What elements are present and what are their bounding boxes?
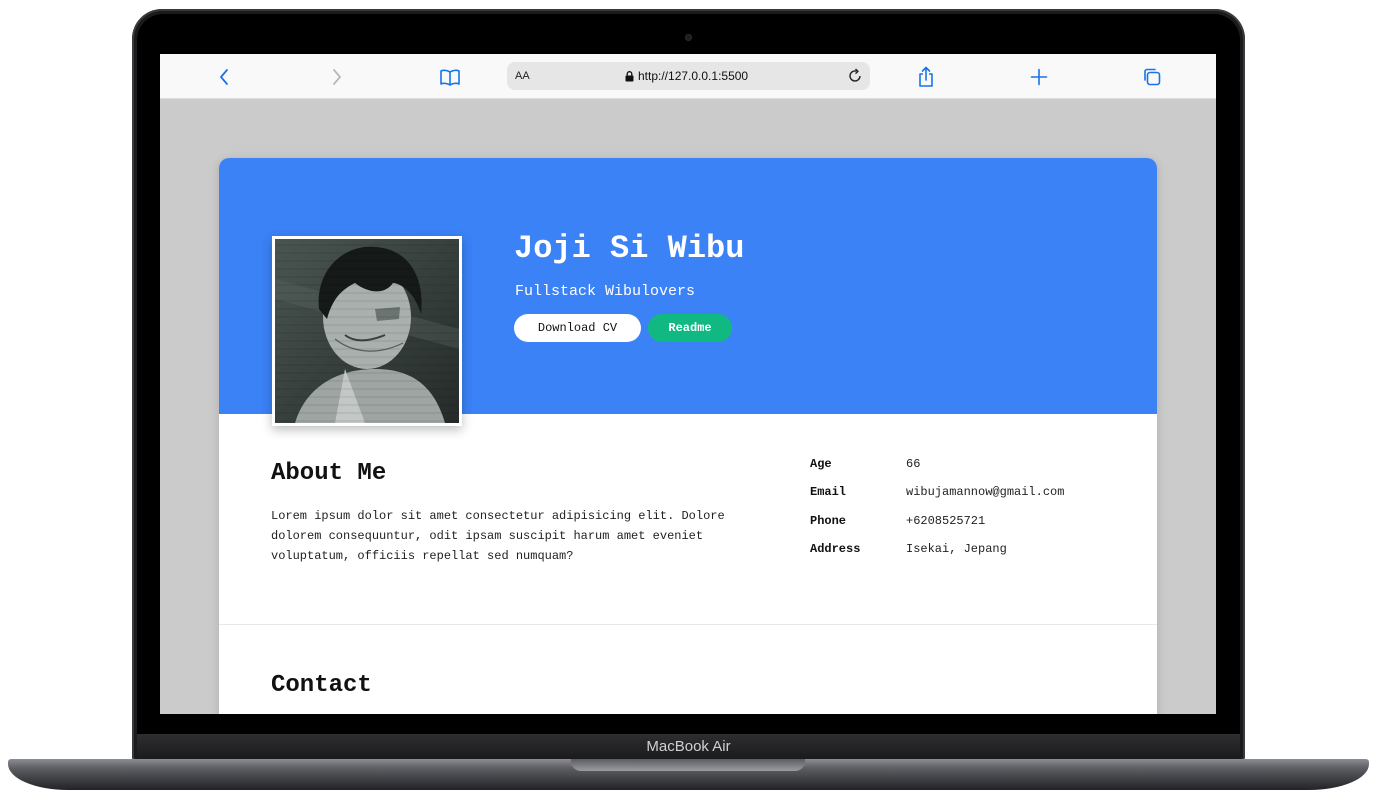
info-value: 66	[906, 457, 921, 471]
info-value: +6208525721	[906, 513, 986, 528]
info-row-phone: Phone +6208525721	[810, 514, 1130, 542]
profile-card: Joji Si Wibu Fullstack Wibulovers Downlo…	[219, 158, 1157, 714]
info-label: Address	[810, 541, 861, 556]
section-divider	[219, 624, 1157, 625]
info-label: Phone	[810, 513, 847, 528]
device-label: MacBook Air	[646, 738, 731, 755]
contact-heading: Contact	[271, 672, 372, 699]
plus-icon[interactable]	[1021, 54, 1057, 99]
book-icon[interactable]	[432, 54, 468, 99]
address-bar[interactable]: AA http://127.0.0.1:5500	[507, 62, 870, 90]
share-icon[interactable]	[908, 54, 944, 99]
camera-icon	[685, 34, 692, 41]
about-heading: About Me	[271, 460, 387, 487]
info-value: Isekai, Jepang	[906, 541, 1007, 556]
download-cv-button[interactable]: Download CV	[514, 314, 641, 342]
info-label: Email	[810, 485, 847, 500]
info-row-email: Email wibujamannow@gmail.com	[810, 485, 1130, 513]
avatar-image	[275, 239, 459, 423]
info-row-address: Address Isekai, Jepang	[810, 542, 1130, 570]
tabs-icon[interactable]	[1134, 54, 1170, 99]
lock-icon	[625, 70, 634, 81]
laptop-notch	[571, 759, 805, 771]
reader-aa-button[interactable]: AA	[515, 62, 530, 90]
profile-name: Joji Si Wibu	[514, 230, 745, 267]
profile-role: Fullstack Wibulovers	[515, 283, 696, 300]
readme-button[interactable]: Readme	[648, 314, 732, 342]
url-text: http://127.0.0.1:5500	[638, 69, 749, 83]
info-value: wibujamannow@gmail.com	[906, 485, 1065, 500]
info-label: Age	[810, 457, 832, 471]
info-row-age: Age 66	[810, 457, 1130, 485]
info-list: Age 66 Email wibujamannow@gmail.com Phon…	[810, 457, 1130, 570]
browser-toolbar: AA http://127.0.0.1:5500	[160, 54, 1216, 99]
browser-screen: AA http://127.0.0.1:5500 Joji Si Wibu Fu…	[160, 54, 1216, 714]
about-text: Lorem ipsum dolor sit amet consectetur a…	[271, 509, 725, 563]
reload-icon[interactable]	[844, 62, 866, 90]
chevron-left-icon[interactable]	[206, 54, 242, 99]
url-display[interactable]: http://127.0.0.1:5500	[625, 62, 748, 90]
avatar	[272, 236, 462, 426]
chevron-right-icon[interactable]	[319, 54, 355, 99]
